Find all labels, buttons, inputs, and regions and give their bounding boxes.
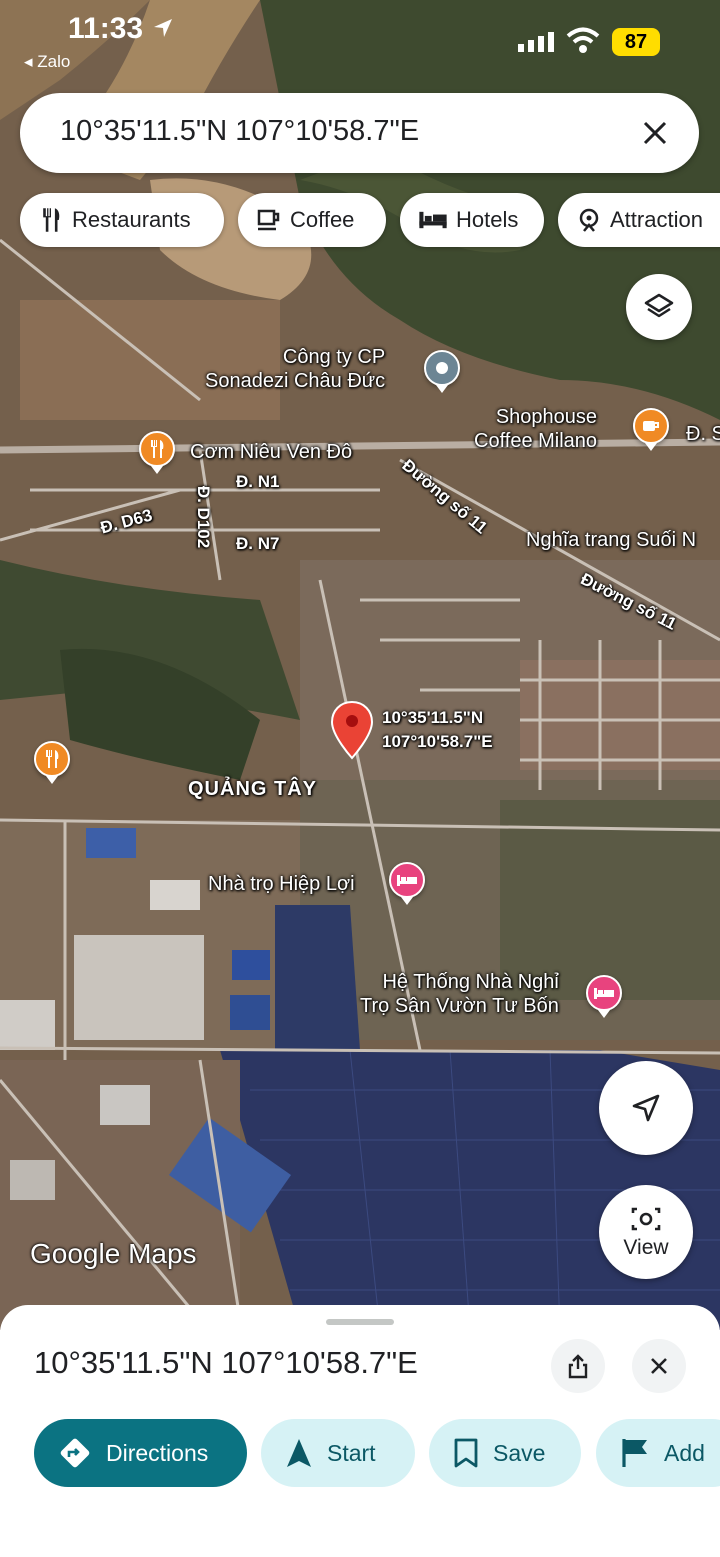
restaurant-poi-marker[interactable]	[139, 431, 175, 474]
chip-label: Attraction	[610, 207, 703, 232]
road-label-n1: Đ. N1	[236, 472, 280, 491]
google-maps-logo: Google Maps	[30, 1238, 197, 1269]
search-bar[interactable]: 10°35'11.5"N 107°10'58.7"E	[20, 93, 699, 173]
hotel-poi-marker[interactable]	[389, 862, 425, 905]
coffee-poi-marker[interactable]	[633, 408, 669, 451]
bed-icon	[397, 875, 417, 886]
chip-label: Coffee	[290, 207, 355, 232]
bed-icon	[594, 988, 614, 999]
street-view-button[interactable]: View	[599, 1185, 693, 1279]
bed-icon	[419, 211, 447, 229]
location-services-icon	[154, 19, 173, 37]
map-label-inn-hiep-loi: Nhà trọ Hiệp Lợi	[208, 873, 355, 895]
place-bottom-sheet[interactable]: 10°35'11.5"N 107°10'58.7"E Directions St…	[0, 1305, 720, 1557]
map-label-shophouse-cut: Đ. S	[686, 423, 720, 445]
close-icon[interactable]	[635, 113, 675, 153]
save-button[interactable]: Save	[429, 1419, 581, 1487]
attraction-icon	[579, 208, 599, 232]
close-icon	[651, 1358, 667, 1374]
restaurant-poi-marker-2[interactable]	[34, 741, 70, 784]
fork-knife-icon	[43, 208, 60, 232]
start-button[interactable]: Start	[261, 1419, 415, 1487]
share-button[interactable]	[551, 1339, 605, 1393]
wifi-icon	[566, 27, 600, 53]
cellular-signal-icon	[518, 32, 554, 52]
status-time: 11:33	[68, 12, 175, 46]
map-label-company-line1: Công ty CP Sonadezi Châu Đức	[205, 346, 386, 392]
layers-icon	[644, 293, 674, 318]
coffee-cup-icon	[257, 209, 280, 231]
road-label-n7: Đ. N7	[236, 534, 280, 553]
directions-icon	[60, 1438, 90, 1468]
bookmark-icon	[454, 1438, 478, 1468]
chip-attractions[interactable]: Attraction	[558, 193, 720, 247]
view-label: View	[623, 1236, 669, 1259]
map-label-cemetery: Nghĩa trang Suối N	[526, 529, 697, 551]
flag-icon	[622, 1439, 647, 1467]
dropped-pin-icon[interactable]	[330, 700, 374, 760]
save-label: Save	[493, 1439, 546, 1466]
map-label-inn-tu-bon: Hệ Thống Nhà Nghỉ Trọ Sân Vườn Tư Bốn	[360, 971, 559, 1017]
add-label: Add	[664, 1439, 705, 1466]
search-input[interactable]: 10°35'11.5"N 107°10'58.7"E	[60, 115, 419, 148]
fork-knife-icon	[46, 750, 59, 768]
chip-coffee[interactable]: Coffee	[238, 193, 386, 247]
chip-restaurants[interactable]: Restaurants	[20, 193, 224, 247]
share-icon	[568, 1354, 588, 1379]
location-arrow-icon	[632, 1094, 660, 1122]
place-title: 10°35'11.5"N 107°10'58.7"E	[34, 1345, 418, 1380]
my-location-button[interactable]	[599, 1061, 693, 1155]
directions-label: Directions	[106, 1439, 209, 1466]
place-dot-icon	[436, 362, 448, 374]
map-label-shophouse: Shophouse Coffee Milano	[474, 406, 598, 452]
start-label: Start	[327, 1439, 376, 1466]
action-buttons-row: Directions Start Save Add	[0, 1419, 720, 1487]
chip-label: Restaurants	[72, 207, 191, 232]
camera-view-icon	[631, 1207, 661, 1231]
map-label-district: QUẢNG TÂY	[188, 778, 317, 800]
company-poi-marker[interactable]	[424, 350, 460, 393]
sheet-close-button[interactable]	[632, 1339, 686, 1393]
road-label-d102: Đ. D102	[194, 485, 214, 549]
navigation-arrow-icon	[287, 1439, 311, 1467]
chip-hotels[interactable]: Hotels	[400, 193, 544, 247]
map-label-restaurant: Cơm Niêu Ven Đô	[190, 441, 353, 463]
hotel-poi-marker-2[interactable]	[586, 975, 622, 1018]
fork-knife-icon	[151, 440, 164, 458]
sheet-drag-handle[interactable]	[326, 1319, 394, 1325]
battery-indicator: 87	[612, 28, 660, 56]
directions-button[interactable]: Directions	[34, 1419, 247, 1487]
coffee-cup-icon	[643, 421, 659, 431]
status-bar: 11:33 ◂ Zalo 87	[0, 0, 720, 80]
chip-label: Hotels	[456, 207, 519, 232]
map-layers-button[interactable]	[626, 274, 692, 340]
back-to-app-link[interactable]: ◂ Zalo	[24, 52, 70, 72]
map-label-dropped-pin: 10°35'11.5"N 107°10'58.7"E	[382, 708, 493, 751]
add-label-button[interactable]: Add	[596, 1419, 720, 1487]
